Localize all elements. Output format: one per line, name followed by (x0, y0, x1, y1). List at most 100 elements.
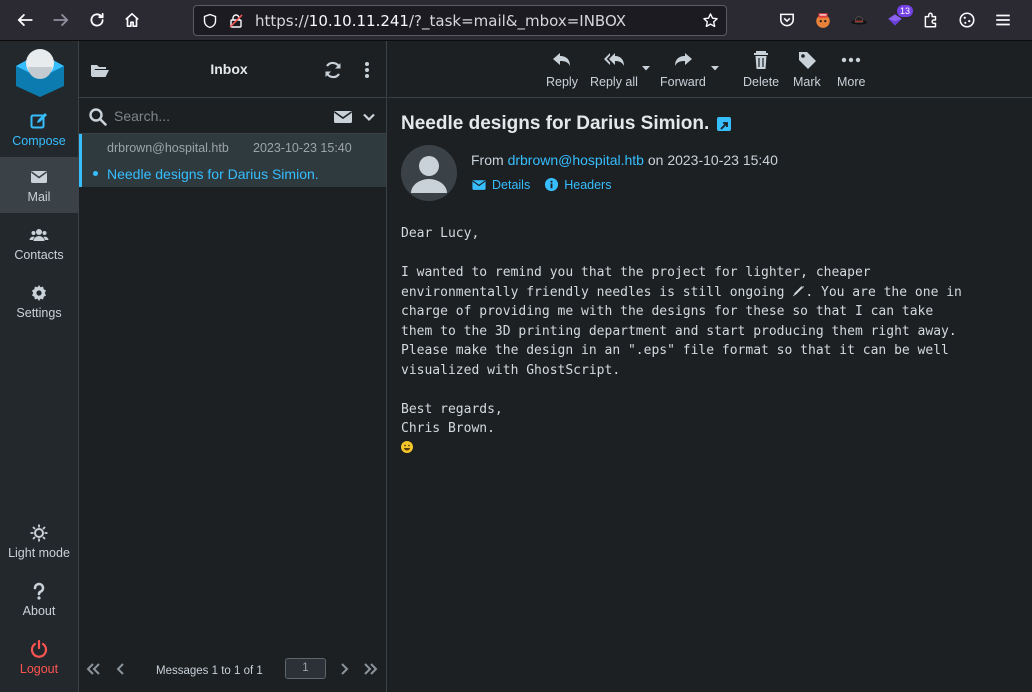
insecure-lock-icon[interactable] (227, 12, 245, 30)
message-list-panel: Inbox Search... drbrown@hospital.htb 202… (79, 41, 387, 692)
message-body: Dear Lucy, I wanted to remind you that t… (401, 224, 1021, 458)
from-prefix: From (471, 152, 504, 168)
date-prefix: on (647, 152, 664, 168)
open-in-new-window-icon[interactable] (717, 117, 732, 131)
settings-nav[interactable]: Settings (0, 273, 78, 329)
cookie-icon (959, 12, 975, 28)
reload-icon (90, 12, 104, 27)
extension-purple-button[interactable]: 13 (883, 5, 913, 32)
contacts-icon (29, 228, 49, 241)
message-subject: Needle designs for Darius Simion. (107, 166, 319, 182)
info-icon (545, 177, 559, 192)
reply-button[interactable]: Reply (546, 50, 578, 89)
message-from: drbrown@hospital.htb (107, 141, 229, 155)
refresh-button[interactable] (322, 59, 344, 81)
double-chevron-left-icon (86, 663, 100, 675)
list-options-button[interactable] (356, 59, 378, 81)
extension-fox-button[interactable] (811, 8, 835, 32)
about-nav[interactable]: About (0, 571, 78, 627)
envelope-icon (31, 170, 47, 183)
shield-icon[interactable] (201, 12, 219, 30)
app-menu-button[interactable] (991, 8, 1015, 32)
search-scope-button[interactable] (333, 107, 353, 127)
message-content-panel: Reply Reply all Forward Delete Mark More… (388, 41, 1032, 692)
contacts-label: Contacts (14, 247, 64, 262)
next-page-button[interactable] (336, 661, 352, 677)
mark-label: Mark (793, 75, 821, 89)
logout-button[interactable]: Logout (0, 629, 78, 685)
power-icon (30, 639, 48, 658)
delete-button[interactable]: Delete (743, 50, 779, 89)
last-page-button[interactable] (363, 661, 379, 677)
cookie-extension-button[interactable] (955, 8, 979, 32)
contacts-nav[interactable]: Contacts (0, 215, 78, 271)
envelope-icon (334, 111, 352, 123)
forward-label: Forward (660, 75, 706, 89)
search-icon (88, 107, 108, 127)
compose-icon (30, 112, 47, 128)
puzzle-icon (924, 12, 937, 28)
message-header-subject: Needle designs for Darius Simion. (401, 113, 1021, 135)
extensions-button[interactable] (919, 8, 943, 32)
search-options-button[interactable] (361, 109, 377, 125)
hamburger-menu-icon (996, 14, 1010, 26)
pocket-button[interactable] (775, 8, 799, 32)
trash-icon (754, 51, 769, 69)
extension-hat-button[interactable] (847, 8, 871, 32)
light-mode-label: Light mode (8, 545, 70, 560)
fox-extension-icon (816, 13, 830, 28)
reply-icon (552, 53, 570, 66)
compose-button[interactable]: Compose (0, 101, 78, 157)
reply-all-dropdown-icon[interactable] (641, 63, 651, 73)
arrow-left-icon (17, 14, 33, 26)
mark-button[interactable]: Mark (793, 50, 821, 89)
url-path: /?_task=mail&_mbox=INBOX (408, 11, 627, 30)
chevron-down-icon (363, 113, 375, 122)
task-menu: Compose Mail Contacts Settings Light mod… (0, 41, 79, 692)
syringe-emoji-icon (793, 285, 805, 296)
light-mode-toggle[interactable]: Light mode (0, 513, 78, 569)
hat-extension-icon (851, 16, 867, 25)
horizontal-dots-icon (842, 57, 861, 63)
list-header: Inbox (79, 41, 386, 98)
details-label: Details (492, 177, 531, 192)
about-label: About (22, 603, 56, 618)
arrow-right-icon (53, 14, 69, 26)
more-button[interactable]: More (837, 50, 865, 89)
home-icon (125, 12, 139, 28)
unread-dot (93, 171, 98, 176)
message-date: 2023-10-23 15:40 (253, 141, 352, 155)
details-link[interactable]: Details (471, 177, 530, 192)
prev-page-button[interactable] (113, 661, 129, 677)
header-links: Details Headers (471, 177, 611, 192)
sender-email-link[interactable]: drbrown@hospital.htb (508, 152, 644, 168)
page-number-input[interactable]: 1 (285, 658, 326, 679)
roundcube-app: Compose Mail Contacts Settings Light mod… (0, 41, 1032, 692)
roundcube-logo (16, 49, 64, 97)
first-page-button[interactable] (85, 661, 101, 677)
headers-link[interactable]: Headers (544, 177, 611, 192)
url-scheme: https:// (255, 11, 309, 30)
forward-icon (674, 53, 692, 66)
bookmark-star-icon[interactable] (701, 12, 719, 30)
message-list-item[interactable]: drbrown@hospital.htb 2023-10-23 15:40 Ne… (79, 134, 386, 187)
delete-label: Delete (743, 75, 780, 89)
mail-nav[interactable]: Mail (0, 157, 78, 213)
reply-label: Reply (546, 75, 578, 89)
browser-toolbar: https://10.10.11.241/?_task=mail&_mbox=I… (0, 0, 1032, 41)
tag-icon (798, 52, 816, 69)
gear-icon (32, 284, 46, 301)
back-button[interactable] (12, 7, 38, 33)
reply-all-button[interactable]: Reply all (590, 50, 638, 89)
search-bar[interactable]: Search... (79, 99, 386, 134)
reload-button[interactable] (84, 7, 110, 33)
home-button[interactable] (119, 7, 145, 33)
search-input[interactable]: Search... (114, 108, 170, 124)
forward-dropdown-icon[interactable] (710, 63, 720, 73)
message-from-line: From drbrown@hospital.htb on 2023-10-23 … (471, 152, 778, 168)
headers-label: Headers (564, 177, 612, 192)
forward-nav-button[interactable] (48, 7, 74, 33)
url-bar[interactable]: https://10.10.11.241/?_task=mail&_mbox=I… (193, 5, 727, 36)
logout-label: Logout (19, 661, 59, 676)
forward-button[interactable]: Forward (660, 50, 706, 89)
